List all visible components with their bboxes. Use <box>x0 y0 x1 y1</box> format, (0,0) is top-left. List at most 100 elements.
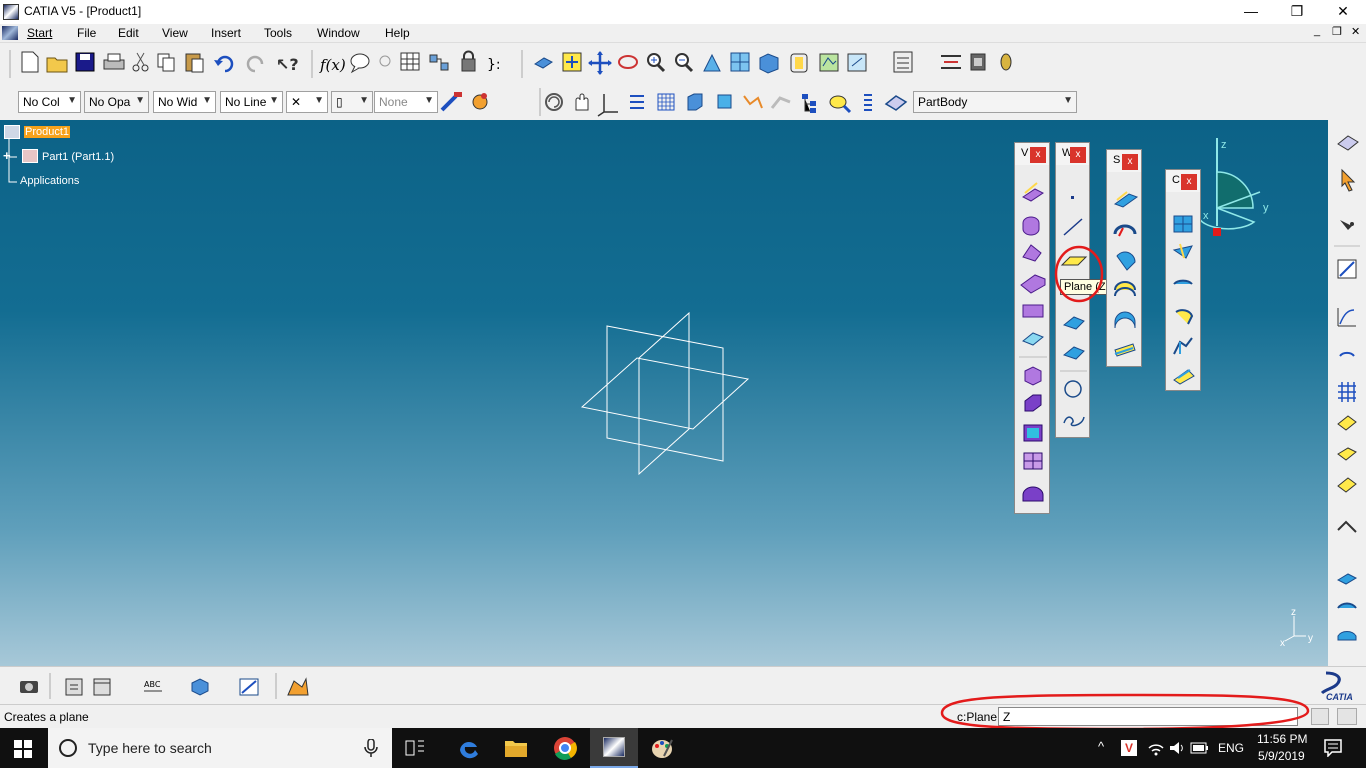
revolve-surface-icon[interactable] <box>1113 224 1137 237</box>
microphone-icon[interactable] <box>364 739 378 757</box>
split-icon[interactable] <box>1172 243 1193 259</box>
fit-all-icon[interactable] <box>562 52 582 72</box>
clock-time[interactable]: 11:56 PM <box>1257 732 1307 746</box>
open-icon[interactable] <box>46 57 68 73</box>
layer-select[interactable]: None ▼ <box>374 91 438 113</box>
show-hidden-icons[interactable]: ^ <box>1098 739 1104 754</box>
box-solid-icon[interactable] <box>1024 366 1042 386</box>
iso-view-icon[interactable] <box>759 53 779 74</box>
new-icon[interactable] <box>21 51 39 73</box>
spline-icon[interactable] <box>1063 416 1085 427</box>
shell-icon[interactable] <box>1023 424 1043 442</box>
current-body-select[interactable]: PartBody ▼ <box>913 91 1077 113</box>
pattern-icon[interactable] <box>1338 382 1356 402</box>
extrude-surface-icon[interactable] <box>1113 191 1139 208</box>
extrude-icon[interactable] <box>1022 182 1044 202</box>
point-symbol-select[interactable]: ✕ ▼ <box>286 91 328 113</box>
scaling-icon[interactable] <box>1337 477 1357 493</box>
doc-close-button[interactable]: ✕ <box>1351 25 1360 38</box>
sew-surface-icon[interactable] <box>1022 486 1044 502</box>
table-icon[interactable] <box>400 52 420 71</box>
edge-icon[interactable] <box>456 736 480 760</box>
copy-icon[interactable] <box>157 53 175 72</box>
cut-icon[interactable] <box>132 52 149 72</box>
intersection-icon[interactable] <box>1062 346 1085 360</box>
draft-analysis-icon[interactable] <box>1336 573 1358 585</box>
windows-start-icon[interactable] <box>14 740 32 758</box>
text-icon[interactable]: ABC <box>144 680 162 692</box>
normal-view-icon[interactable] <box>703 53 721 72</box>
circle-icon[interactable] <box>1064 380 1082 398</box>
sphere-icon[interactable] <box>1022 244 1042 262</box>
add-icon[interactable] <box>1023 452 1043 470</box>
capture-icon[interactable] <box>65 678 83 696</box>
render-style-select[interactable]: ▯ ▼ <box>331 91 373 113</box>
hide-show-icon[interactable] <box>819 53 839 72</box>
whats-this-icon[interactable]: ↖? <box>276 55 299 74</box>
body-icon[interactable] <box>884 95 908 111</box>
sketch-icon[interactable] <box>1337 259 1357 279</box>
open-catalog-icon[interactable] <box>1337 135 1359 151</box>
zoom-in-icon[interactable] <box>647 53 666 73</box>
measure-icon[interactable] <box>893 51 913 73</box>
draft-icon[interactable] <box>1022 332 1044 346</box>
projection-icon[interactable] <box>1062 316 1085 330</box>
close-icon[interactable]: x <box>1030 147 1046 163</box>
3d-viewport[interactable]: Product1 + Part1 (Part1.1) Applications … <box>0 120 1328 666</box>
part-icon[interactable] <box>22 149 38 163</box>
opacity-select[interactable]: No Opa ▼ <box>84 91 149 113</box>
measure-between-icon[interactable] <box>941 55 961 69</box>
sphere-surface-icon[interactable] <box>1116 251 1136 271</box>
catia-taskbar-button[interactable] <box>590 728 638 768</box>
print-icon[interactable] <box>103 53 125 70</box>
product-icon[interactable] <box>4 125 20 139</box>
linewidth-select[interactable]: No Wid ▼ <box>153 91 216 113</box>
shading-icon[interactable] <box>790 53 808 73</box>
close-button[interactable]: ✕ <box>1320 0 1366 24</box>
action-center-icon[interactable] <box>1324 739 1342 757</box>
sketch-tool-icon[interactable] <box>239 678 259 696</box>
lock-icon[interactable] <box>461 50 476 72</box>
analysis-icon[interactable] <box>829 95 852 114</box>
task-view-icon[interactable] <box>404 738 428 758</box>
rotate-tool-icon[interactable] <box>1337 415 1357 431</box>
close-surface-icon[interactable] <box>1022 304 1044 318</box>
tray-app-icon[interactable]: V <box>1121 740 1137 756</box>
file-explorer-icon[interactable] <box>504 737 528 759</box>
repeat-icon[interactable] <box>1339 351 1355 357</box>
catia-app-icon[interactable] <box>3 4 19 20</box>
start-menu-icon[interactable] <box>2 26 18 40</box>
menu-view[interactable]: View <box>162 26 188 40</box>
tree-expand-icon[interactable] <box>802 94 816 113</box>
box-icon[interactable] <box>717 94 732 109</box>
measure-inertia-icon[interactable] <box>1000 53 1012 71</box>
symmetry-icon[interactable] <box>1337 447 1357 461</box>
linetype-select[interactable]: No Line ▼ <box>220 91 283 113</box>
join-icon[interactable] <box>1173 215 1193 233</box>
tree-part[interactable]: Part1 (Part1.1) <box>42 151 114 163</box>
connect-check-icon[interactable] <box>1337 631 1357 641</box>
menu-edit[interactable]: Edit <box>118 26 139 40</box>
fill-icon[interactable] <box>1114 343 1136 357</box>
line-icon[interactable] <box>1063 218 1083 236</box>
sketcher-point-icon[interactable] <box>1340 220 1354 230</box>
select-icon[interactable] <box>1341 168 1356 192</box>
battery-icon[interactable] <box>1190 740 1210 756</box>
formula-icon[interactable]: f(x) <box>319 56 346 74</box>
minimize-button[interactable]: — <box>1228 0 1274 24</box>
chrome-icon[interactable] <box>553 736 577 760</box>
taskbar-search-box[interactable]: Type here to search <box>48 728 392 768</box>
close-icon[interactable]: x <box>1181 174 1197 190</box>
history-button[interactable] <box>1337 708 1357 725</box>
axis-system-icon[interactable] <box>597 94 618 117</box>
undo-icon[interactable] <box>214 55 234 73</box>
parameter-icon[interactable]: }: <box>487 57 501 73</box>
point-icon[interactable] <box>1071 196 1074 199</box>
album-icon[interactable] <box>93 678 111 696</box>
pocket-icon[interactable] <box>1024 394 1042 412</box>
menu-insert[interactable]: Insert <box>211 26 241 40</box>
rotate-icon[interactable] <box>618 55 638 69</box>
constraint-icon[interactable] <box>743 95 763 109</box>
language-indicator[interactable]: ENG <box>1218 741 1244 755</box>
close-icon[interactable]: x <box>1122 154 1138 170</box>
